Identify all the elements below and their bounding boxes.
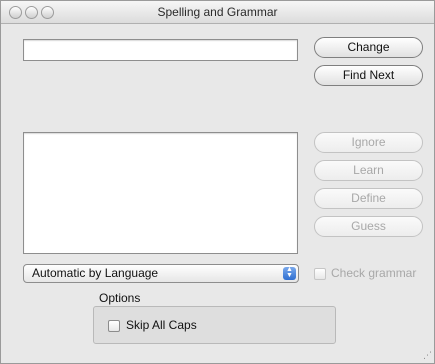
skip-all-caps-label: Skip All Caps: [126, 318, 197, 332]
change-button[interactable]: Change: [314, 37, 423, 58]
define-button[interactable]: Define: [314, 188, 423, 209]
word-input[interactable]: [23, 39, 298, 61]
options-group: Skip All Caps: [93, 306, 336, 344]
spelling-grammar-window: Spelling and Grammar Change Find Next Ig…: [0, 0, 435, 364]
check-grammar-checkbox[interactable]: [314, 268, 326, 280]
window-title: Spelling and Grammar: [157, 5, 278, 19]
popup-arrows-icon: ▲ ▼: [283, 266, 296, 280]
language-popup[interactable]: Automatic by Language ▲ ▼: [23, 264, 299, 283]
title-bar[interactable]: Spelling and Grammar: [1, 1, 434, 24]
learn-button[interactable]: Learn: [314, 160, 423, 181]
skip-all-caps-checkbox[interactable]: [108, 320, 120, 332]
check-grammar-label: Check grammar: [331, 266, 417, 280]
suggestions-list[interactable]: [23, 132, 298, 254]
language-popup-value: Automatic by Language: [32, 266, 159, 280]
find-next-button[interactable]: Find Next: [314, 65, 423, 86]
options-group-title: Options: [99, 291, 141, 305]
guess-button[interactable]: Guess: [314, 216, 423, 237]
resize-grip-icon[interactable]: ⋰: [423, 350, 432, 361]
ignore-button[interactable]: Ignore: [314, 132, 423, 153]
